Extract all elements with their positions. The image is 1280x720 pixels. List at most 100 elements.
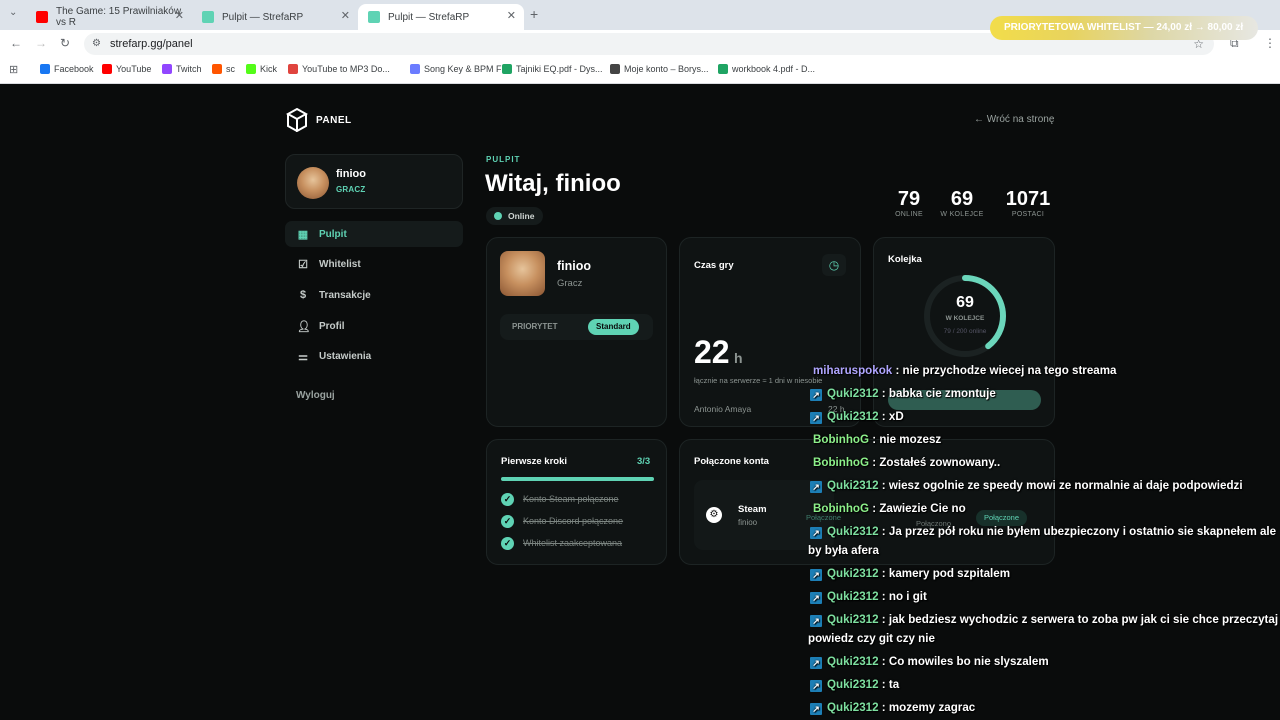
steam-icon: ⚙ (706, 507, 722, 523)
steam-label: Steam (738, 504, 767, 515)
steps-title: Pierwsze kroki (501, 456, 568, 467)
playtime-unit: h (734, 350, 743, 366)
chat-username: Quki2312 (827, 479, 879, 492)
chat-text: : Zostałeś zownowany.. (869, 456, 1001, 469)
bookmark-favicon-icon (162, 64, 172, 74)
steps-progress-fill (501, 477, 654, 481)
chat-message: ↗ Quki2312 : Ja przez pół roku nie byłem … (808, 522, 1280, 560)
close-icon[interactable]: ✕ (341, 9, 350, 22)
step-item: Whitelist zaakceptowana (523, 538, 623, 548)
bookmark-item[interactable]: Moje konto – Borys... (610, 64, 709, 74)
bookmark-label: YouTube to MP3 Do... (302, 64, 390, 74)
dollar-icon: $ (299, 289, 307, 301)
stat-queue: 69 W KOLEJCE (934, 188, 990, 218)
first-steps-card: Pierwsze kroki 3/3 ✓ Konto Steam połączo… (486, 439, 667, 565)
chat-text: : xD (878, 410, 904, 423)
bookmark-item[interactable]: YouTube (102, 64, 151, 74)
panel-page: PANEL ← Wróć na stronę finioo GRACZ ▦ Pu… (0, 84, 1280, 720)
stat-label: W KOLEJCE (940, 211, 984, 218)
bookmark-item[interactable]: YouTube to MP3 Do... (288, 64, 390, 74)
apps-icon[interactable]: ⊞ (9, 63, 18, 76)
sidebar-item-label: Transakcje (319, 289, 371, 301)
site-info-icon[interactable]: ⚙ (92, 33, 101, 55)
user-role: GRACZ (336, 185, 366, 194)
bookmark-label: Song Key & BPM Fi... (424, 64, 512, 74)
user-card[interactable]: finioo GRACZ (285, 154, 463, 209)
bookmark-favicon-icon (246, 64, 256, 74)
stat-online: 79 ONLINE (886, 188, 932, 218)
bookmark-item[interactable]: Twitch (162, 64, 202, 74)
sidebar-item-pulpit[interactable]: ▦ Pulpit (285, 221, 463, 247)
brand-logo[interactable]: PANEL (286, 108, 352, 132)
accounts-title: Połączone konta (694, 456, 769, 467)
steam-account-name: finioo (738, 518, 758, 527)
tab-pulpit-active[interactable]: Pulpit — StrefaRP ✕ (358, 4, 524, 30)
chat-message: ↗ Quki2312 : wiesz ogolnie ze speedy mowi… (808, 476, 1280, 495)
chat-username: Quki2312 (827, 387, 879, 400)
stream-chat-overlay: miharuspokok : nie przychodze wiecej na … (808, 361, 1280, 720)
bookmark-label: Facebook (54, 64, 94, 74)
chat-username: BobinhoG (813, 502, 870, 515)
forward-arrow-icon[interactable]: → (35, 36, 47, 50)
tab-search-icon[interactable]: ⌄ (9, 7, 17, 18)
sliders-icon: ⚌ (298, 350, 308, 363)
bookmark-item[interactable]: Song Key & BPM Fi... (410, 64, 511, 74)
tab-pulpit-1[interactable]: Pulpit — StrefaRP ✕ (192, 4, 358, 30)
sidebar-item-profil[interactable]: 👤︎ Profil (285, 313, 463, 339)
bookmark-favicon-icon (212, 64, 222, 74)
chat-username: Quki2312 (827, 590, 879, 603)
menu-icon[interactable]: ⋮ (1264, 36, 1276, 50)
playtime-title: Czas gry (694, 260, 734, 271)
profile-avatar (500, 251, 545, 296)
logout-link[interactable]: Wyloguj (296, 390, 335, 401)
chat-text: : nie przychodze wiecej na tego streama (892, 364, 1117, 377)
stat-value: 69 (950, 188, 974, 210)
close-icon[interactable]: ✕ (507, 9, 516, 22)
queue-sub: 79 / 200 online (943, 328, 987, 335)
status-badge: Online (486, 207, 544, 225)
stat-label: POSTACI (1011, 211, 1045, 218)
bookmark-item[interactable]: sc (212, 64, 235, 74)
chat-username: Quki2312 (827, 410, 879, 423)
back-arrow-icon[interactable]: ← (10, 36, 22, 50)
bookmark-favicon-icon (718, 64, 728, 74)
steps-count: 3/3 (637, 456, 651, 467)
profile-card: finioo Gracz PRIORYTET Standard (486, 237, 667, 427)
sidebar-item-whitelist[interactable]: ☑ Whitelist (285, 251, 463, 277)
prime-badge-icon: ↗ (810, 657, 822, 669)
bookmark-label: YouTube (116, 64, 152, 74)
tab-title: The Game: 15 Prawilniaków vs R (56, 6, 182, 28)
character-name: Antonio Amaya (694, 404, 752, 414)
chat-message: ↗ Quki2312 : ta (808, 675, 1280, 694)
chat-text: : nie mozesz (869, 433, 942, 446)
chat-username: Quki2312 (827, 678, 879, 691)
close-icon[interactable]: ✕ (175, 9, 184, 22)
status-text: Online (508, 211, 535, 221)
prime-badge-icon: ↗ (810, 412, 822, 424)
sidebar-item-transakcje[interactable]: $ Transakcje (285, 282, 463, 308)
reload-icon[interactable]: ↻ (60, 36, 70, 50)
sidebar-item-ustawienia[interactable]: ⚌ Ustawienia (285, 343, 463, 369)
bookmark-item[interactable]: workbook 4.pdf - D... (718, 64, 815, 74)
chat-message: BobinhoG : nie mozesz (808, 430, 1280, 449)
back-to-site-link[interactable]: ← Wróć na stronę (974, 114, 1054, 125)
bookmark-favicon-icon (502, 64, 512, 74)
bookmark-label: Tajniki EQ.pdf - Dys... (516, 64, 603, 74)
chat-text: : no i git (878, 590, 927, 603)
chat-message: ↗ Quki2312 : kamery pod szpitalem (808, 564, 1280, 583)
playtime-caption: łącznie na serwerze ≈ 1 dni w niesobie (694, 376, 823, 385)
new-tab-button[interactable]: + (530, 6, 538, 22)
promo-banner[interactable]: PRIORYTETOWA WHITELIST — 24,00 zł → 80,0… (990, 16, 1258, 40)
step-item: Konto Steam połączone (523, 494, 619, 504)
bookmark-favicon-icon (102, 64, 112, 74)
bookmark-item[interactable]: Tajniki EQ.pdf - Dys... (502, 64, 603, 74)
prime-badge-icon: ↗ (810, 481, 822, 493)
sidebar-item-label: Ustawienia (319, 350, 372, 362)
bookmark-item[interactable]: Kick (246, 64, 277, 74)
bookmark-item[interactable]: Facebook (40, 64, 94, 74)
chat-text: : Zawiezie Cie no (869, 502, 966, 515)
avatar (297, 167, 329, 199)
prime-badge-icon: ↗ (810, 703, 822, 715)
tab-youtube[interactable]: The Game: 15 Prawilniaków vs R ✕ (26, 4, 192, 30)
chat-text: : mozemy zagrac (878, 701, 976, 714)
